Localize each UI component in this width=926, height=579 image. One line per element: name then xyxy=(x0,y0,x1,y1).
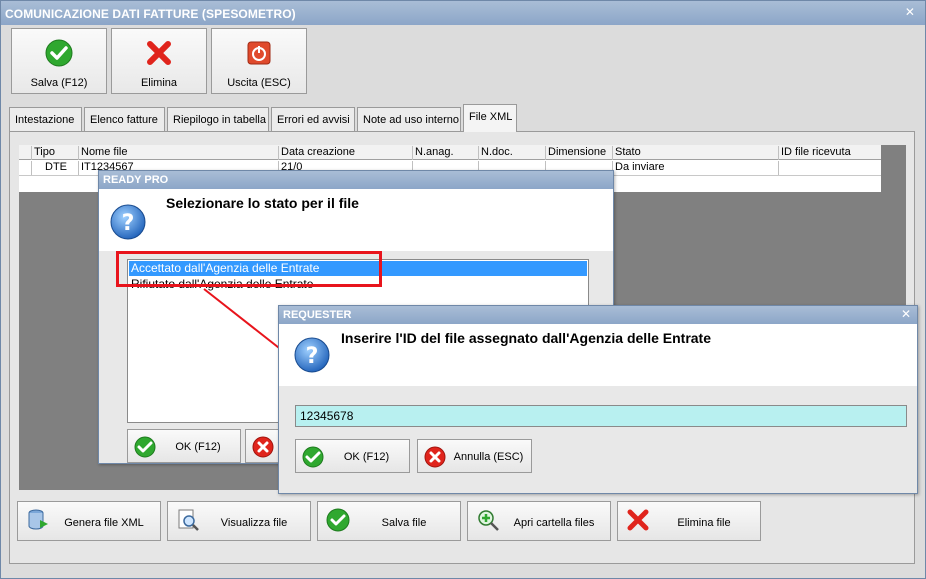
tab-label: File XML xyxy=(469,111,513,123)
cell-id xyxy=(778,161,881,175)
window-title: COMUNICAZIONE DATI FATTURE (SPESOMETRO) xyxy=(5,7,296,21)
exit-button[interactable]: Uscita (ESC) xyxy=(211,28,307,94)
ready-pro-message: Selezionare lo stato per il file xyxy=(166,195,359,211)
view-file-button[interactable]: Visualizza file xyxy=(167,501,311,541)
close-icon[interactable]: ✕ xyxy=(905,5,915,19)
ready-pro-header: ? Selezionare lo stato per il file xyxy=(99,189,613,251)
window-titlebar: COMUNICAZIONE DATI FATTURE (SPESOMETRO) … xyxy=(1,1,925,25)
ready-ok-label: OK (F12) xyxy=(175,441,221,453)
requester-ok-button[interactable]: OK (F12) xyxy=(295,439,410,473)
col-id-ricevuta[interactable]: ID file ricevuta xyxy=(778,146,881,160)
save-button[interactable]: Salva (F12) xyxy=(11,28,107,94)
highlight-box xyxy=(116,251,382,287)
requester-titlebar: REQUESTER ✕ xyxy=(279,306,917,324)
svg-text:?: ? xyxy=(306,344,319,369)
tab-elenco-fatture[interactable]: Elenco fatture xyxy=(84,107,165,131)
requester-cancel-label: Annulla (ESC) xyxy=(453,451,524,463)
requester-dialog: REQUESTER ✕ ? Inserire l'ID del file ass… xyxy=(278,305,918,494)
col-stato[interactable]: Stato xyxy=(612,146,778,160)
exit-button-label: Uscita (ESC) xyxy=(227,77,291,89)
generate-xml-label: Genera file XML xyxy=(64,517,144,529)
tab-riepilogo[interactable]: Riepilogo in tabella xyxy=(167,107,269,131)
col-dimensione[interactable]: Dimensione xyxy=(545,146,612,160)
save-file-button[interactable]: Salva file xyxy=(317,501,461,541)
tab-intestazione[interactable]: Intestazione xyxy=(9,107,82,131)
tab-note[interactable]: Note ad uso interno xyxy=(357,107,461,131)
tab-label: Elenco fatture xyxy=(90,114,158,126)
delete-button-label: Elimina xyxy=(140,77,178,89)
cross-icon xyxy=(627,509,649,531)
requester-header: ? Inserire l'ID del file assegnato dall'… xyxy=(279,324,917,386)
save-file-label: Salva file xyxy=(381,517,427,529)
requester-title: REQUESTER xyxy=(283,309,352,321)
ready-pro-titlebar: READY PRO xyxy=(99,171,613,189)
magnifier-icon xyxy=(178,509,199,531)
requester-message: Inserire l'ID del file assegnato dall'Ag… xyxy=(341,330,711,346)
open-folder-label: Apri cartella files xyxy=(513,517,595,529)
question-icon: ? xyxy=(294,337,330,373)
delete-button[interactable]: Elimina xyxy=(111,28,207,94)
tab-label: Errori ed avvisi xyxy=(277,114,350,126)
close-icon[interactable]: ✕ xyxy=(901,307,911,321)
col-nanag[interactable]: N.anag. xyxy=(412,146,478,160)
save-button-label: Salva (F12) xyxy=(30,77,88,89)
col-data-creazione[interactable]: Data creazione xyxy=(278,146,412,160)
requester-ok-label: OK (F12) xyxy=(343,451,390,463)
open-folder-button[interactable]: Apri cartella files xyxy=(467,501,611,541)
cancel-icon xyxy=(424,446,446,468)
tab-file-xml[interactable]: File XML xyxy=(463,104,517,132)
ready-ok-button[interactable]: OK (F12) xyxy=(127,429,241,463)
svg-text:?: ? xyxy=(122,211,135,236)
tab-errori[interactable]: Errori ed avvisi xyxy=(271,107,355,131)
ready-pro-title: READY PRO xyxy=(103,174,169,186)
grid-header: Tipo Nome file Data creazione N.anag. N.… xyxy=(19,145,881,160)
check-icon xyxy=(45,39,73,67)
generate-xml-button[interactable]: Genera file XML xyxy=(17,501,161,541)
cell-tipo: DTE xyxy=(31,161,78,175)
tab-label: Intestazione xyxy=(15,114,75,126)
delete-file-button[interactable]: Elimina file xyxy=(617,501,761,541)
tab-label: Riepilogo in tabella xyxy=(173,114,266,126)
view-file-label: Visualizza file xyxy=(220,517,288,529)
delete-file-label: Elimina file xyxy=(677,517,731,529)
col-nome-file[interactable]: Nome file xyxy=(78,146,278,160)
check-icon xyxy=(134,436,156,458)
tab-label: Note ad uso interno xyxy=(363,114,460,126)
file-id-input[interactable] xyxy=(295,405,907,427)
power-icon xyxy=(247,41,271,65)
col-ndoc[interactable]: N.doc. xyxy=(478,146,545,160)
col-tipo[interactable]: Tipo xyxy=(31,146,78,160)
cross-icon xyxy=(147,41,171,65)
question-icon: ? xyxy=(110,204,146,240)
zoom-in-icon xyxy=(478,510,499,531)
cell-stato: Da inviare xyxy=(612,161,778,175)
cancel-icon xyxy=(252,436,274,458)
check-icon xyxy=(302,446,324,468)
database-icon xyxy=(28,509,48,530)
requester-cancel-button[interactable]: Annulla (ESC) xyxy=(417,439,532,473)
check-icon xyxy=(326,508,350,532)
